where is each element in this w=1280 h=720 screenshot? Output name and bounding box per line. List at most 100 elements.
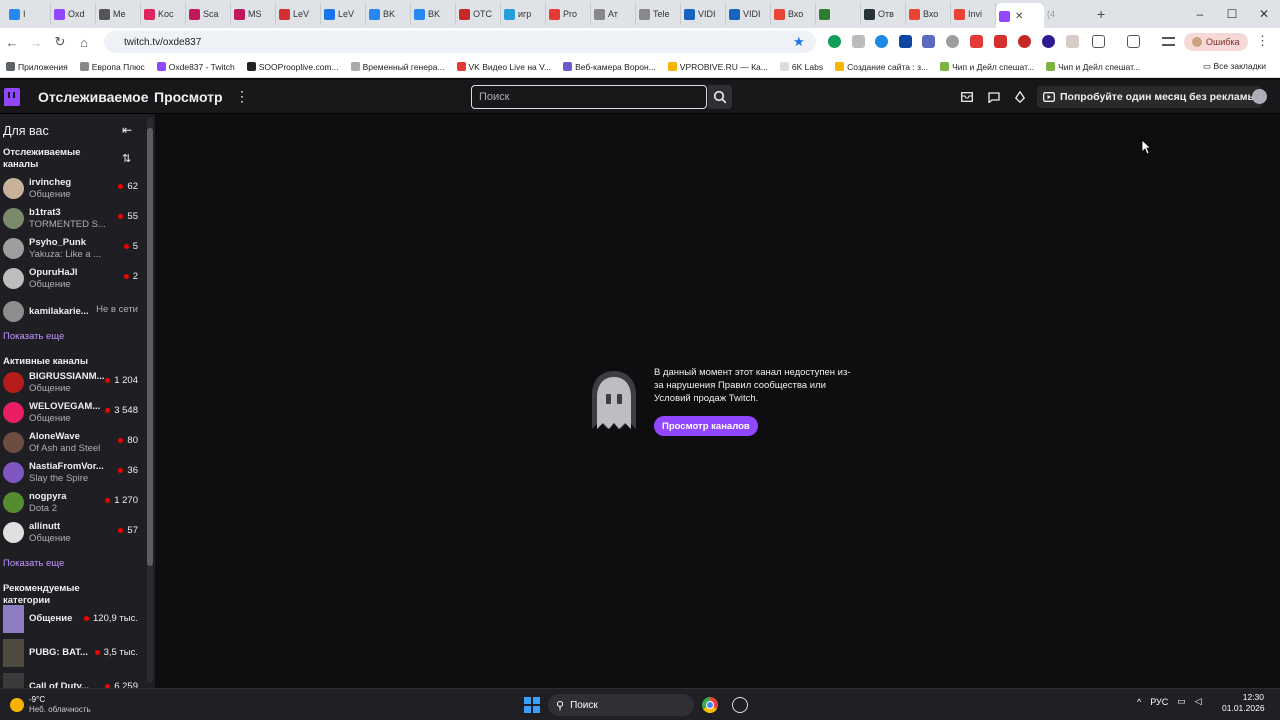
- browser-tab[interactable]: Invi: [951, 3, 996, 25]
- forward-icon[interactable]: →: [24, 35, 48, 50]
- extensions-puzzle-icon[interactable]: [1092, 35, 1105, 48]
- channel-row[interactable]: NastiaFromVor... Slay the Spire 36: [0, 459, 145, 487]
- browser-tab-active[interactable]: ✕: [996, 3, 1044, 29]
- browser-tab[interactable]: Отв: [861, 3, 906, 25]
- bits-icon[interactable]: [1013, 90, 1027, 104]
- bookmark-item[interactable]: VK Видео Live на V...: [451, 62, 558, 72]
- channel-row[interactable]: BIGRUSSIANM... Общение 1 204: [0, 369, 145, 397]
- bookmark-item[interactable]: Чип и Дейл спешат...: [1040, 62, 1146, 72]
- channel-row[interactable]: WELOVEGAM... Общение 3 548: [0, 399, 145, 427]
- browser-tab[interactable]: BK: [411, 3, 456, 25]
- browser-tab[interactable]: Ат: [591, 3, 636, 25]
- bookmark-item[interactable]: 6K Labs: [774, 62, 829, 72]
- address-bar[interactable]: twitch.tv/oxde837: [104, 31, 816, 53]
- chrome-menu-icon[interactable]: ⋮: [1256, 33, 1269, 49]
- extension-icon[interactable]: [852, 35, 865, 48]
- sort-icon[interactable]: ⇅: [122, 152, 131, 165]
- extension-icon[interactable]: [922, 35, 935, 48]
- extension-icon[interactable]: [1018, 35, 1031, 48]
- nav-following-link[interactable]: Отслеживаемое: [38, 89, 149, 105]
- bookmark-item[interactable]: Временный генера...: [345, 62, 451, 72]
- bookmark-item[interactable]: Европа Плюс: [74, 62, 151, 72]
- channel-row[interactable]: Psyho_Punk Yakuza: Like a ... 5: [0, 235, 145, 263]
- category-row[interactable]: Call of Duty... 6 259: [0, 672, 145, 688]
- extension-icon[interactable]: [875, 35, 888, 48]
- channel-row[interactable]: b1trat3 TORMENTED S... 55: [0, 205, 145, 233]
- collapse-sidebar-icon[interactable]: ⇤: [122, 123, 132, 137]
- extension-icon[interactable]: [946, 35, 959, 48]
- network-icon[interactable]: ▭: [1177, 696, 1186, 707]
- browser-tab[interactable]: Вхо: [771, 3, 816, 25]
- bookmark-star-icon[interactable]: ★: [793, 34, 805, 50]
- bookmark-item[interactable]: SOOProoplive.com...: [241, 62, 345, 72]
- extension-icon[interactable]: [828, 35, 841, 48]
- channel-row[interactable]: irvincheg Общение 62: [0, 175, 145, 203]
- whispers-icon[interactable]: [987, 90, 1001, 104]
- bookmark-item[interactable]: Создание сайта : з...: [829, 62, 934, 72]
- nav-more-icon[interactable]: ⋮: [235, 88, 249, 105]
- taskbar-search[interactable]: ⚲ Поиск: [548, 694, 694, 716]
- browser-tab[interactable]: OTC: [456, 3, 501, 25]
- volume-icon[interactable]: ◁: [1195, 696, 1202, 707]
- maximize-icon[interactable]: ☐: [1216, 7, 1248, 21]
- show-more-active-link[interactable]: Показать еще: [3, 558, 64, 569]
- category-row[interactable]: PUBG: BAT... 3,5 тыс.: [0, 638, 145, 668]
- browser-tab[interactable]: Me: [96, 3, 141, 25]
- close-tab-icon[interactable]: ✕: [1015, 11, 1023, 22]
- bookmark-item[interactable]: Приложения: [0, 62, 74, 72]
- browser-tab[interactable]: (4: [1044, 3, 1089, 25]
- extension-icon[interactable]: [970, 35, 983, 48]
- browser-tab[interactable]: LeV: [276, 3, 321, 25]
- browser-tab[interactable]: LeV: [321, 3, 366, 25]
- input-language[interactable]: РУС: [1150, 697, 1168, 707]
- show-more-followed-link[interactable]: Показать еще: [3, 331, 64, 342]
- browse-channels-button[interactable]: Просмотр каналов: [654, 416, 758, 436]
- chrome-taskbar-icon[interactable]: [702, 697, 718, 713]
- bookmark-item[interactable]: Чип и Дейл спешат...: [934, 62, 1040, 72]
- browser-tab[interactable]: Sca: [186, 3, 231, 25]
- minimize-icon[interactable]: –: [1184, 7, 1216, 21]
- browser-tab[interactable]: Tele: [636, 3, 681, 25]
- category-row[interactable]: Общение 120,9 тыс.: [0, 604, 145, 634]
- channel-row[interactable]: allinutt Общение 57: [0, 519, 145, 547]
- search-button[interactable]: [708, 85, 732, 109]
- twitch-logo-icon[interactable]: [4, 88, 20, 106]
- taskbar-clock[interactable]: 12:30 01.01.2026: [1222, 692, 1265, 714]
- clock-app-taskbar-icon[interactable]: [732, 697, 748, 713]
- reading-list-icon[interactable]: [1162, 37, 1175, 46]
- browser-tab[interactable]: игр: [501, 3, 546, 25]
- home-icon[interactable]: ⌂: [72, 35, 96, 50]
- new-tab-button[interactable]: +: [1089, 6, 1113, 22]
- user-avatar[interactable]: [1252, 89, 1267, 104]
- bookmark-item[interactable]: Oxde837 - Twitch: [151, 62, 241, 72]
- weather-widget[interactable]: -9°C Неб. облачность: [10, 695, 91, 715]
- inbox-icon[interactable]: [960, 90, 974, 104]
- nav-browse-link[interactable]: Просмотр: [154, 89, 223, 105]
- start-button[interactable]: [524, 697, 540, 713]
- ad-free-trial-button[interactable]: Попробуйте один месяц без рекламы: [1037, 86, 1263, 108]
- bookmark-item[interactable]: VPROBIVE.RU — Ка...: [662, 62, 774, 72]
- browser-tab[interactable]: BK: [366, 3, 411, 25]
- browser-tab[interactable]: Pro: [546, 3, 591, 25]
- extension-icon[interactable]: [994, 35, 1007, 48]
- screenshot-icon[interactable]: [1127, 35, 1140, 48]
- all-bookmarks-button[interactable]: ▭ Все закладки: [1203, 61, 1266, 72]
- extension-icon[interactable]: [899, 35, 912, 48]
- channel-row[interactable]: nogpyra Dota 2 1 270: [0, 489, 145, 517]
- bookmark-item[interactable]: Веб-камера Ворон...: [557, 62, 662, 72]
- channel-row-offline[interactable]: kamilakarie... Не в сети: [0, 298, 145, 326]
- extension-icon[interactable]: [1042, 35, 1055, 48]
- browser-tab[interactable]: VIDI: [726, 3, 771, 25]
- browser-tab[interactable]: VIDI: [681, 3, 726, 25]
- browser-tab[interactable]: MS: [231, 3, 276, 25]
- sidebar-scroll-thumb[interactable]: [147, 128, 153, 566]
- browser-tab[interactable]: Koc: [141, 3, 186, 25]
- browser-tab[interactable]: [816, 3, 861, 25]
- browser-tab[interactable]: Вхо: [906, 3, 951, 25]
- back-icon[interactable]: ←: [0, 35, 24, 50]
- profile-error-button[interactable]: Ошибка: [1184, 33, 1248, 51]
- channel-row[interactable]: OpuruHaJl Общение 2: [0, 265, 145, 293]
- browser-tab[interactable]: I: [6, 3, 51, 25]
- tray-chevron-icon[interactable]: ^: [1137, 697, 1141, 707]
- close-window-icon[interactable]: ✕: [1248, 7, 1280, 21]
